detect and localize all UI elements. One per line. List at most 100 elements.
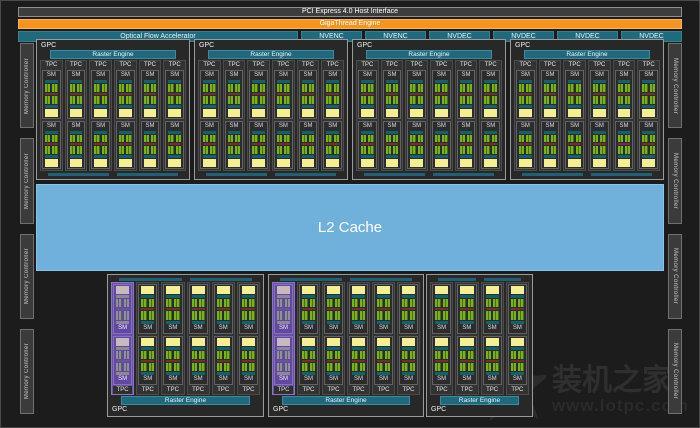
sm-label: SM: [202, 123, 217, 130]
sm-label: SM: [510, 376, 525, 383]
sm-core-cell: [519, 84, 524, 92]
sm-core-grid: [192, 299, 205, 307]
sm-core-cell: [435, 311, 441, 319]
sm-core-cell: [493, 351, 499, 359]
sm-core-cell: [327, 351, 333, 359]
sm-l1-bar: [326, 155, 339, 158]
sm-tex-bar: [119, 109, 132, 117]
sm-core-cell: [52, 84, 57, 92]
memory-controller: Memory Controller: [668, 234, 682, 319]
tpc-label: TPC: [541, 61, 560, 69]
sm-l1-bar: [144, 105, 157, 108]
sm-core-cell: [600, 146, 605, 154]
sm-block: SM: [239, 336, 258, 386]
sm-core-grid: [435, 135, 448, 143]
sm-l1-bar: [460, 295, 473, 298]
sm-label: SM: [191, 325, 206, 332]
sm-divider: [568, 93, 581, 95]
sm-scheduler-bar: [326, 131, 339, 134]
sm-label: SM: [459, 325, 474, 332]
sm-core-cell: [77, 135, 82, 143]
sm-core-cell: [360, 311, 366, 319]
sm-divider: [402, 308, 415, 310]
sm-core-cell: [642, 146, 647, 154]
sm-tex-bar: [242, 286, 255, 294]
tpc-column: TPCSMSM: [198, 60, 221, 171]
sm-core-cell: [70, 96, 75, 104]
sm-core-grid: [119, 84, 132, 92]
sm-divider: [192, 360, 205, 362]
sm-l1-bar: [544, 105, 557, 108]
sm-core-cell: [526, 146, 531, 154]
tpc-label: TPC: [165, 61, 184, 69]
sm-core-cell: [576, 135, 581, 143]
sm-core-cell: [302, 311, 308, 319]
tpc-column: TPCSMSM: [381, 60, 404, 171]
sm-divider: [116, 308, 129, 310]
sm-divider: [203, 93, 216, 95]
tpc-column: SMSMTPC: [212, 282, 235, 395]
sm-scheduler-bar: [377, 372, 390, 375]
tpc-column: TPCSMSM: [65, 60, 88, 171]
sm-tex-bar: [435, 286, 448, 294]
sm-core-grid: [511, 299, 524, 307]
sm-tex-bar: [435, 159, 448, 167]
sm-core-grid: [217, 299, 230, 307]
sm-label: SM: [459, 376, 474, 383]
sm-core-cell: [124, 363, 130, 371]
sm-core-cell: [526, 96, 531, 104]
sm-scheduler-bar: [45, 131, 58, 134]
sm-divider: [326, 143, 339, 145]
sm-core-cell: [418, 84, 423, 92]
sm-core-cell: [149, 363, 155, 371]
sm-core-grid: [460, 299, 473, 307]
sm-label: SM: [434, 123, 449, 130]
sm-core-grid: [168, 135, 181, 143]
sm-core-grid: [410, 135, 423, 143]
sm-l1-bar: [460, 155, 473, 158]
sm-core-cell: [52, 96, 57, 104]
sm-scheduler-bar: [618, 80, 631, 83]
sm-core-cell: [210, 84, 215, 92]
sm-core-cell: [176, 84, 181, 92]
sm-divider: [352, 360, 365, 362]
sm-core-grid: [119, 135, 132, 143]
tpc-column: SMSMTPC: [187, 282, 210, 395]
sm-label: SM: [143, 123, 158, 130]
sm-core-cell: [486, 363, 492, 371]
sm-l1-bar: [217, 295, 230, 298]
sm-core-cell: [168, 146, 173, 154]
memory-controller-label: Memory Controller: [24, 248, 30, 304]
gpc-foot: [206, 173, 336, 176]
sm-scheduler-bar: [327, 321, 340, 324]
sm-core-grid: [593, 96, 606, 104]
memory-controller: Memory Controller: [20, 329, 34, 414]
sm-divider: [486, 308, 499, 310]
sm-tex-bar: [460, 159, 473, 167]
sm-block: SM: [200, 70, 219, 119]
sm-l1-bar: [302, 155, 315, 158]
sm-label: SM: [485, 376, 500, 383]
sm-tex-bar: [242, 338, 255, 346]
sm-core-grid: [460, 135, 473, 143]
sm-l1-bar: [486, 295, 499, 298]
tpc-column: TPCSMSM: [539, 60, 562, 171]
sm-core-cell: [410, 146, 415, 154]
sm-core-grid: [252, 135, 265, 143]
tpc-label: TPC: [138, 386, 157, 394]
sm-core-grid: [228, 146, 241, 154]
sm-label: SM: [216, 376, 231, 383]
sm-block: SM: [225, 121, 244, 170]
sm-tex-bar: [277, 338, 290, 346]
sm-tex-bar: [252, 109, 265, 117]
sm-core-grid: [141, 311, 154, 319]
sm-tex-bar: [593, 109, 606, 117]
tpc-label: TPC: [615, 61, 634, 69]
sm-tex-bar: [386, 109, 399, 117]
sm-core-grid: [203, 146, 216, 154]
sm-core-cell: [410, 96, 415, 104]
sm-core-cell: [386, 146, 391, 154]
sm-block: SM: [274, 336, 293, 386]
sm-core-cell: [119, 146, 124, 154]
sm-scheduler-bar: [352, 372, 365, 375]
